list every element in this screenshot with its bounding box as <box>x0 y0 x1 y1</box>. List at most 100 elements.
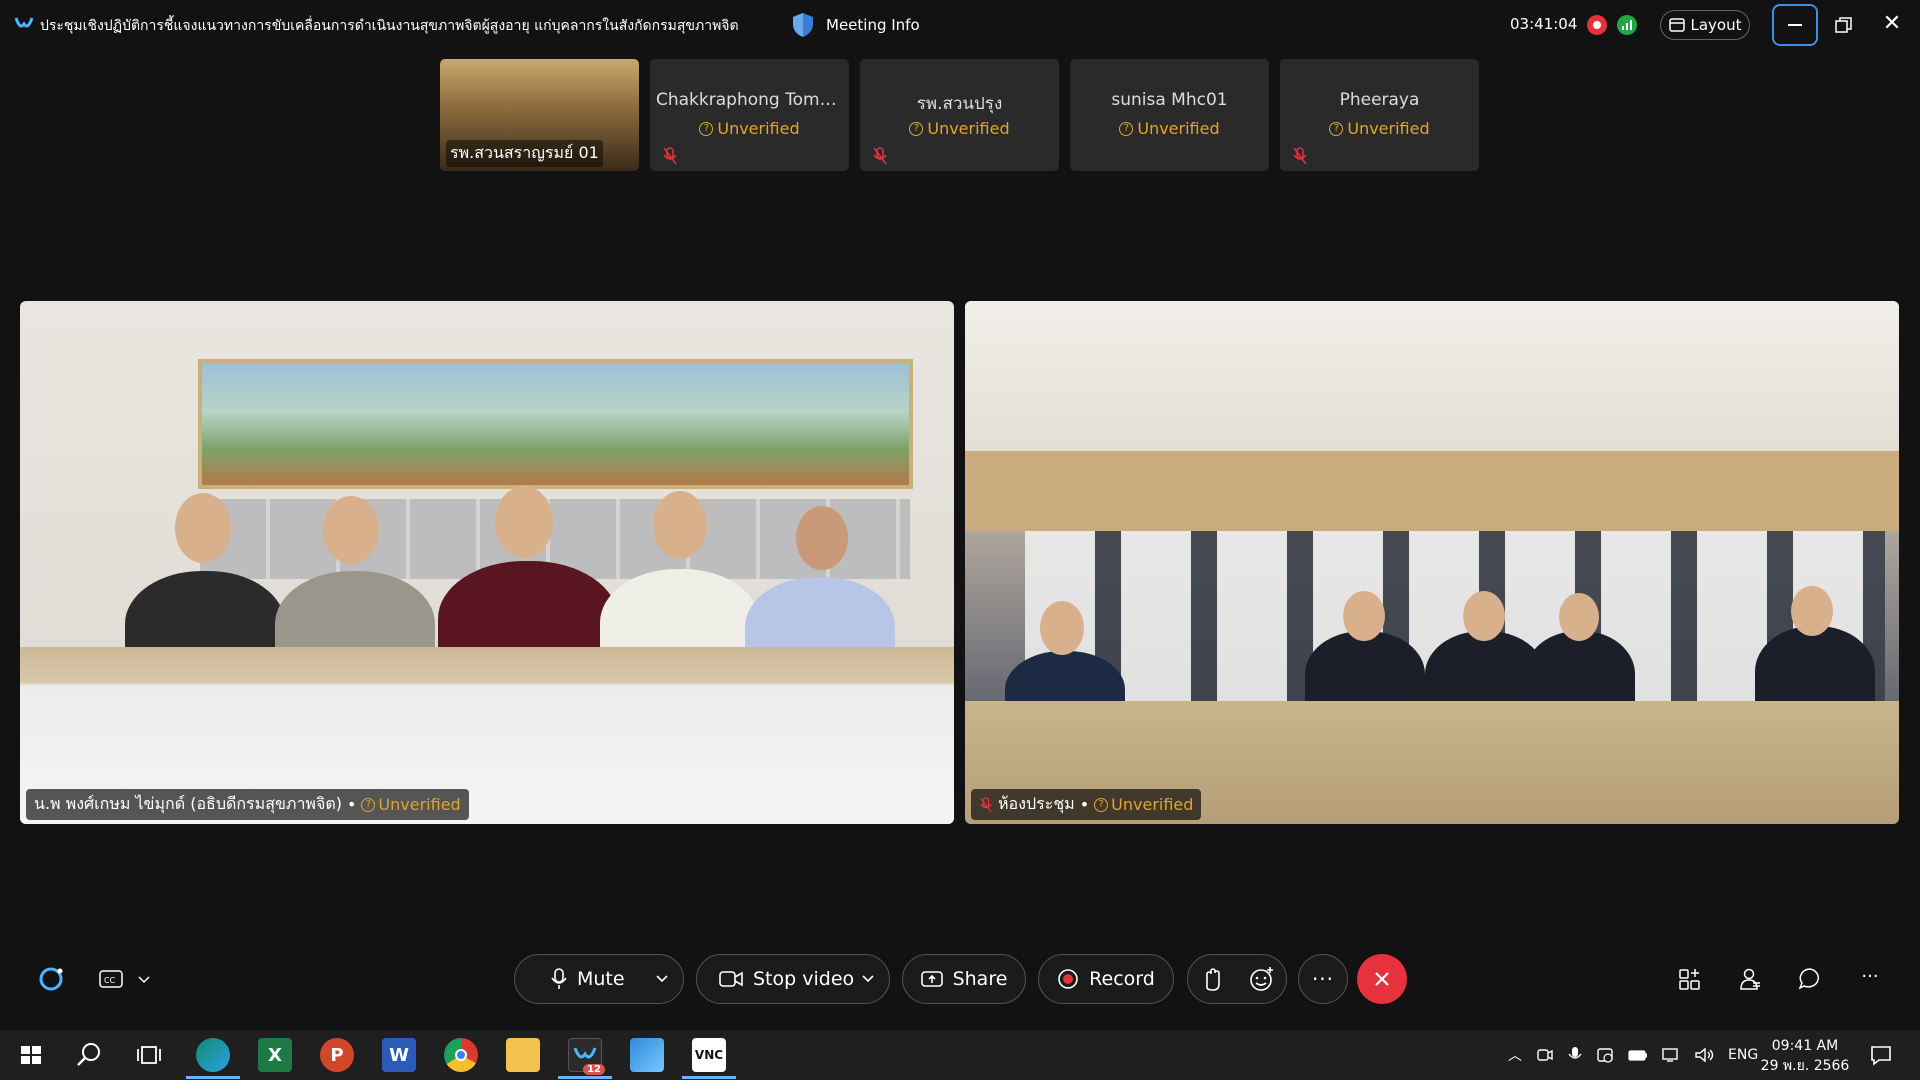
chevron-up-icon[interactable]: ︿ <box>1508 1045 1522 1065</box>
mic-muted-icon <box>873 147 887 165</box>
clock-time: 09:41 AM <box>1771 1038 1839 1054</box>
closed-captions-icon[interactable]: CC <box>98 966 124 992</box>
restore-window-icon[interactable] <box>1833 14 1855 36</box>
video-tile-left[interactable]: น.พ พงศ์เกษม ไข่มุกด์ (อธิบดีกรมสุขภาพจิ… <box>20 301 954 824</box>
layout-label: Layout <box>1690 16 1742 34</box>
search-icon[interactable] <box>72 1038 106 1072</box>
chevron-down-icon[interactable] <box>861 974 875 984</box>
thumbnail-name: รพ.สวนปรุง <box>916 94 1003 114</box>
taskbar-active-indicator <box>186 1076 240 1079</box>
thumbnail-name: sunisa Mhc01 <box>1111 90 1228 110</box>
notification-center-icon[interactable] <box>1864 1038 1898 1072</box>
record-icon <box>1058 969 1078 989</box>
leave-meeting-button[interactable] <box>1357 954 1407 1004</box>
video-tile-right[interactable]: ห้องประชุม • ? Unverified <box>965 301 1899 824</box>
video-person-head <box>1559 593 1599 641</box>
video-person-head <box>175 493 231 563</box>
video-tile-label: ห้องประชุม • ? Unverified <box>971 789 1202 820</box>
video-scene-mural <box>198 359 913 489</box>
chat-icon[interactable] <box>1797 966 1823 992</box>
chrome-icon[interactable] <box>444 1038 478 1072</box>
word-icon[interactable]: W <box>382 1038 416 1072</box>
question-icon: ? <box>909 121 924 136</box>
video-camera-icon <box>719 971 743 987</box>
vnc-viewer-icon[interactable]: VNC <box>692 1038 726 1072</box>
unverified-badge: ? Unverified <box>1280 119 1479 138</box>
stop-video-label: Stop video <box>753 968 855 990</box>
thumbnail-tile[interactable]: Chakkraphong Tomo... ? Unverified <box>650 59 849 171</box>
battery-icon[interactable] <box>1628 1048 1648 1062</box>
clock-date: 29 พ.ย. 2566 <box>1760 1058 1850 1074</box>
camera-tray-icon[interactable] <box>1536 1046 1554 1064</box>
minimize-button[interactable] <box>1772 4 1818 46</box>
photos-icon[interactable] <box>630 1038 664 1072</box>
edge-browser-icon[interactable] <box>196 1038 230 1072</box>
volume-icon[interactable] <box>1694 1047 1714 1063</box>
thumbnail-tile[interactable]: Pheeraya ? Unverified <box>1280 59 1479 171</box>
stop-video-button[interactable]: Stop video <box>696 954 890 1004</box>
meeting-timer: 03:41:04 <box>1510 15 1578 33</box>
captions-chevron-down-icon[interactable] <box>136 966 152 992</box>
raise-hand-icon[interactable] <box>1187 954 1237 1004</box>
mic-muted-icon <box>663 147 677 165</box>
share-screen-icon <box>920 971 943 987</box>
participant-name: ห้องประชุม <box>998 794 1075 813</box>
layout-button[interactable]: Layout <box>1660 10 1750 40</box>
reactions-group <box>1187 954 1287 1004</box>
microphone-tray-icon[interactable] <box>1568 1046 1582 1064</box>
record-button[interactable]: Record <box>1038 954 1174 1004</box>
signal-bars-icon <box>1622 20 1632 30</box>
thumbnail-video-tile[interactable]: รพ.สวนสราญรมย์ 01 <box>440 59 639 171</box>
network-health-icon[interactable] <box>1617 15 1637 35</box>
notification-badge: 12 <box>583 1064 605 1075</box>
mic-muted-icon <box>1293 147 1307 165</box>
network-tray-icon[interactable] <box>1596 1046 1614 1064</box>
question-icon: ? <box>1119 121 1134 136</box>
taskbar: X P W 12 VNC ︿ ENG 09:41 AM 29 พ.ย. 2566 <box>0 1030 1920 1080</box>
video-person-head <box>495 486 553 558</box>
webex-logo-icon <box>14 17 34 28</box>
task-view-icon[interactable] <box>132 1038 166 1072</box>
powerpoint-icon[interactable]: P <box>320 1038 354 1072</box>
webex-logo-icon <box>573 1047 597 1059</box>
more-options-button[interactable]: ··· <box>1298 954 1348 1004</box>
webex-assistant-icon[interactable] <box>38 966 64 992</box>
input-language[interactable]: ENG <box>1728 1047 1758 1063</box>
record-label: Record <box>1089 968 1155 990</box>
question-icon: ? <box>699 121 714 136</box>
video-person-head <box>323 496 379 564</box>
webex-app-icon[interactable]: 12 <box>568 1038 605 1075</box>
emoji-reaction-icon[interactable] <box>1237 954 1287 1004</box>
unverified-badge: ? Unverified <box>860 119 1059 138</box>
thumbnail-name: Pheeraya <box>1339 90 1420 110</box>
participant-name: น.พ พงศ์เกษม ไข่มุกด์ (อธิบดีกรมสุขภาพจิ… <box>34 794 342 813</box>
video-tile-label: น.พ พงศ์เกษม ไข่มุกด์ (อธิบดีกรมสุขภาพจิ… <box>26 789 469 820</box>
question-icon: ? <box>1094 797 1109 812</box>
unverified-badge: ? Unverified <box>650 119 849 138</box>
meeting-info-button[interactable]: Meeting Info <box>792 12 920 38</box>
participant-thumbnails: รพ.สวนสราญรมย์ 01 Chakkraphong Tomo... ?… <box>440 59 1479 171</box>
taskbar-active-indicator <box>682 1076 736 1079</box>
recording-indicator-icon[interactable] <box>1587 15 1607 35</box>
close-window-icon[interactable]: ✕ <box>1880 12 1904 36</box>
apps-icon[interactable] <box>1677 966 1703 992</box>
mic-muted-icon <box>980 796 992 812</box>
taskbar-clock[interactable]: 09:41 AM 29 พ.ย. 2566 <box>1760 1036 1850 1076</box>
chevron-down-icon[interactable] <box>655 974 669 984</box>
question-icon: ? <box>1329 121 1344 136</box>
excel-icon[interactable]: X <box>258 1038 292 1072</box>
svg-text:CC: CC <box>104 976 116 985</box>
file-explorer-icon[interactable] <box>506 1038 540 1072</box>
question-icon: ? <box>361 797 376 812</box>
more-panels-icon[interactable]: ··· <box>1857 966 1883 992</box>
mute-button[interactable]: Mute <box>514 954 684 1004</box>
display-icon[interactable] <box>1662 1047 1680 1063</box>
windows-start-icon[interactable] <box>14 1038 48 1072</box>
share-button[interactable]: Share <box>902 954 1026 1004</box>
thumbnail-tile[interactable]: sunisa Mhc01 ? Unverified <box>1070 59 1269 171</box>
thumbnail-tile[interactable]: รพ.สวนปรุง ? Unverified <box>860 59 1059 171</box>
shield-icon <box>793 13 813 37</box>
video-person-head <box>1040 601 1084 655</box>
unverified-badge: ? Unverified <box>361 795 461 814</box>
participants-icon[interactable] <box>1737 966 1763 992</box>
